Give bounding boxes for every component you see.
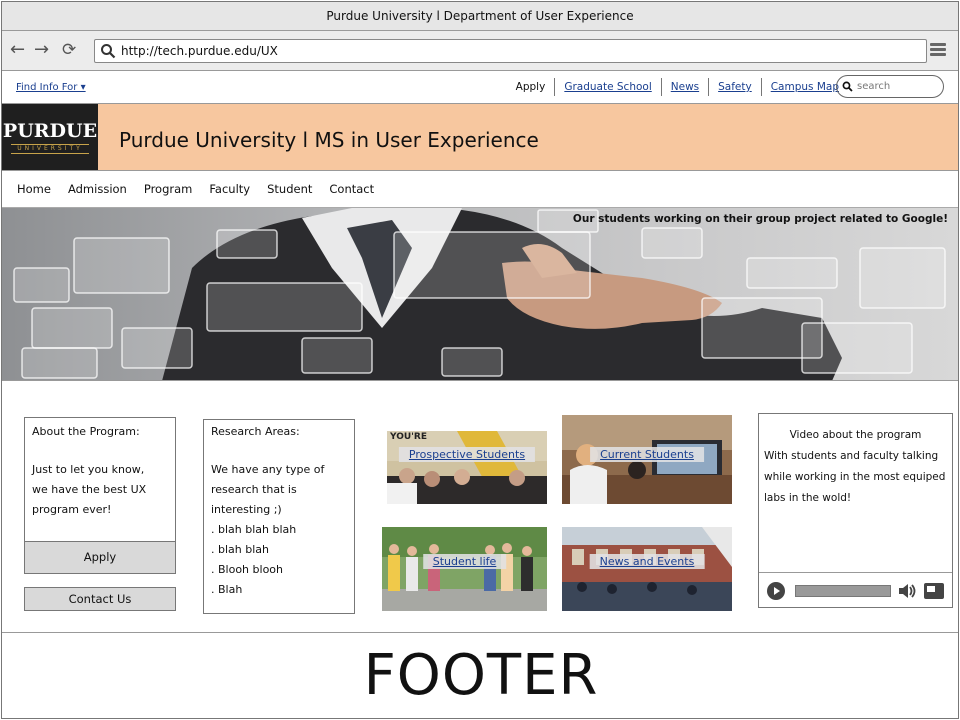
current-students-link[interactable]: Current Students — [590, 447, 704, 462]
play-icon[interactable] — [766, 581, 786, 601]
search-placeholder: search — [857, 81, 891, 92]
prospective-students-link[interactable]: Prospective Students — [398, 447, 536, 462]
search-icon — [101, 44, 116, 59]
video-line-2: With students and faculty talking — [764, 450, 939, 462]
site-title: Purdue University l MS in User Experienc… — [119, 128, 539, 152]
research-line: . blah blah blah — [211, 523, 297, 536]
util-link-campus-map[interactable]: Campus Map — [760, 78, 848, 96]
refresh-icon[interactable]: ⟳ — [62, 40, 76, 60]
apply-button[interactable]: Apply — [24, 541, 176, 574]
research-line: research that is — [211, 483, 297, 496]
utility-bar: Find Info For ▾ Apply Graduate School Ne… — [2, 71, 958, 104]
site-header: PURDUE UNIVERSITY Purdue University l MS… — [2, 104, 958, 171]
about-line-1: Just to let you know, — [32, 463, 145, 476]
about-line-3: program ever! — [32, 503, 112, 516]
research-heading: Research Areas: — [211, 425, 300, 438]
tile-prospective-students[interactable]: YOU'RE Prospective Students — [387, 431, 547, 504]
research-line: interesting ;) — [211, 503, 282, 516]
contact-us-button[interactable]: Contact Us — [24, 587, 176, 611]
about-line-2: we have the best UX — [32, 483, 147, 496]
logo-wordmark: PURDUE — [2, 120, 98, 142]
research-areas-box: Research Areas: We have any type of rese… — [203, 419, 355, 614]
sign-text: YOU'RE — [390, 432, 427, 442]
video-line-3: while working in the most equiped — [764, 471, 946, 483]
utility-links: Apply Graduate School News Safety Campus… — [507, 77, 848, 97]
video-progress-bar[interactable] — [795, 585, 891, 597]
content-area: About the Program: Just to let you know,… — [2, 381, 958, 631]
util-link-news[interactable]: News — [660, 78, 708, 96]
browser-toolbar: ← → ⟳ http://tech.purdue.edu/UX — [2, 31, 958, 71]
footer-text: FOOTER — [363, 643, 599, 708]
research-line: We have any type of — [211, 463, 325, 476]
research-line: . Blooh blooh — [211, 563, 283, 576]
about-heading: About the Program: — [32, 425, 140, 438]
news-events-link[interactable]: News and Events — [589, 554, 705, 569]
student-life-photo — [382, 527, 547, 611]
page-footer: FOOTER — [2, 632, 958, 718]
volume-icon[interactable] — [897, 582, 917, 600]
back-arrow-icon[interactable]: ← — [10, 40, 25, 60]
nav-item-program[interactable]: Program — [144, 182, 193, 196]
util-link-graduate-school[interactable]: Graduate School — [554, 78, 660, 96]
video-controls — [759, 572, 952, 607]
nav-item-student[interactable]: Student — [267, 182, 312, 196]
fullscreen-icon[interactable] — [923, 582, 945, 600]
url-text: http://tech.purdue.edu/UX — [121, 44, 278, 58]
browser-window: Purdue University l Department of User E… — [1, 1, 959, 719]
nav-item-contact[interactable]: Contact — [329, 182, 374, 196]
forward-arrow-icon[interactable]: → — [34, 40, 49, 60]
tile-student-life[interactable]: Student life — [382, 527, 547, 611]
hero-caption: Our students working on their group proj… — [572, 213, 948, 225]
tile-news-and-events[interactable]: News and Events — [562, 527, 732, 611]
hero-image — [13, 208, 946, 380]
nav-item-home[interactable]: Home — [17, 182, 51, 196]
research-line: . Blah — [211, 583, 243, 596]
news-events-photo — [562, 527, 732, 611]
util-link-apply[interactable]: Apply — [507, 78, 555, 96]
site-search-input[interactable]: search — [836, 75, 944, 98]
student-life-link[interactable]: Student life — [422, 554, 507, 569]
video-player[interactable]: Video about the program With students an… — [758, 413, 953, 608]
address-bar[interactable]: http://tech.purdue.edu/UX — [94, 39, 927, 63]
video-line-1: Video about the program — [789, 429, 922, 441]
logo-subtext: UNIVERSITY — [11, 144, 89, 154]
tile-current-students[interactable]: Current Students — [562, 415, 732, 504]
find-info-dropdown[interactable]: Find Info For ▾ — [16, 82, 86, 93]
video-description: Video about the program With students an… — [759, 414, 952, 509]
hamburger-menu-icon[interactable] — [930, 43, 946, 57]
nav-item-admission[interactable]: Admission — [68, 182, 127, 196]
window-title: Purdue University l Department of User E… — [2, 2, 958, 31]
util-link-safety[interactable]: Safety — [708, 78, 761, 96]
hero-banner: Our students working on their group proj… — [2, 208, 958, 381]
main-nav: Home Admission Program Faculty Student C… — [2, 171, 958, 208]
about-program-box: About the Program: Just to let you know,… — [24, 417, 176, 542]
nav-item-faculty[interactable]: Faculty — [209, 182, 250, 196]
search-icon — [842, 81, 853, 92]
purdue-logo[interactable]: PURDUE UNIVERSITY — [2, 104, 98, 170]
video-line-4: labs in the wold! — [764, 492, 852, 504]
research-line: . blah blah — [211, 543, 269, 556]
